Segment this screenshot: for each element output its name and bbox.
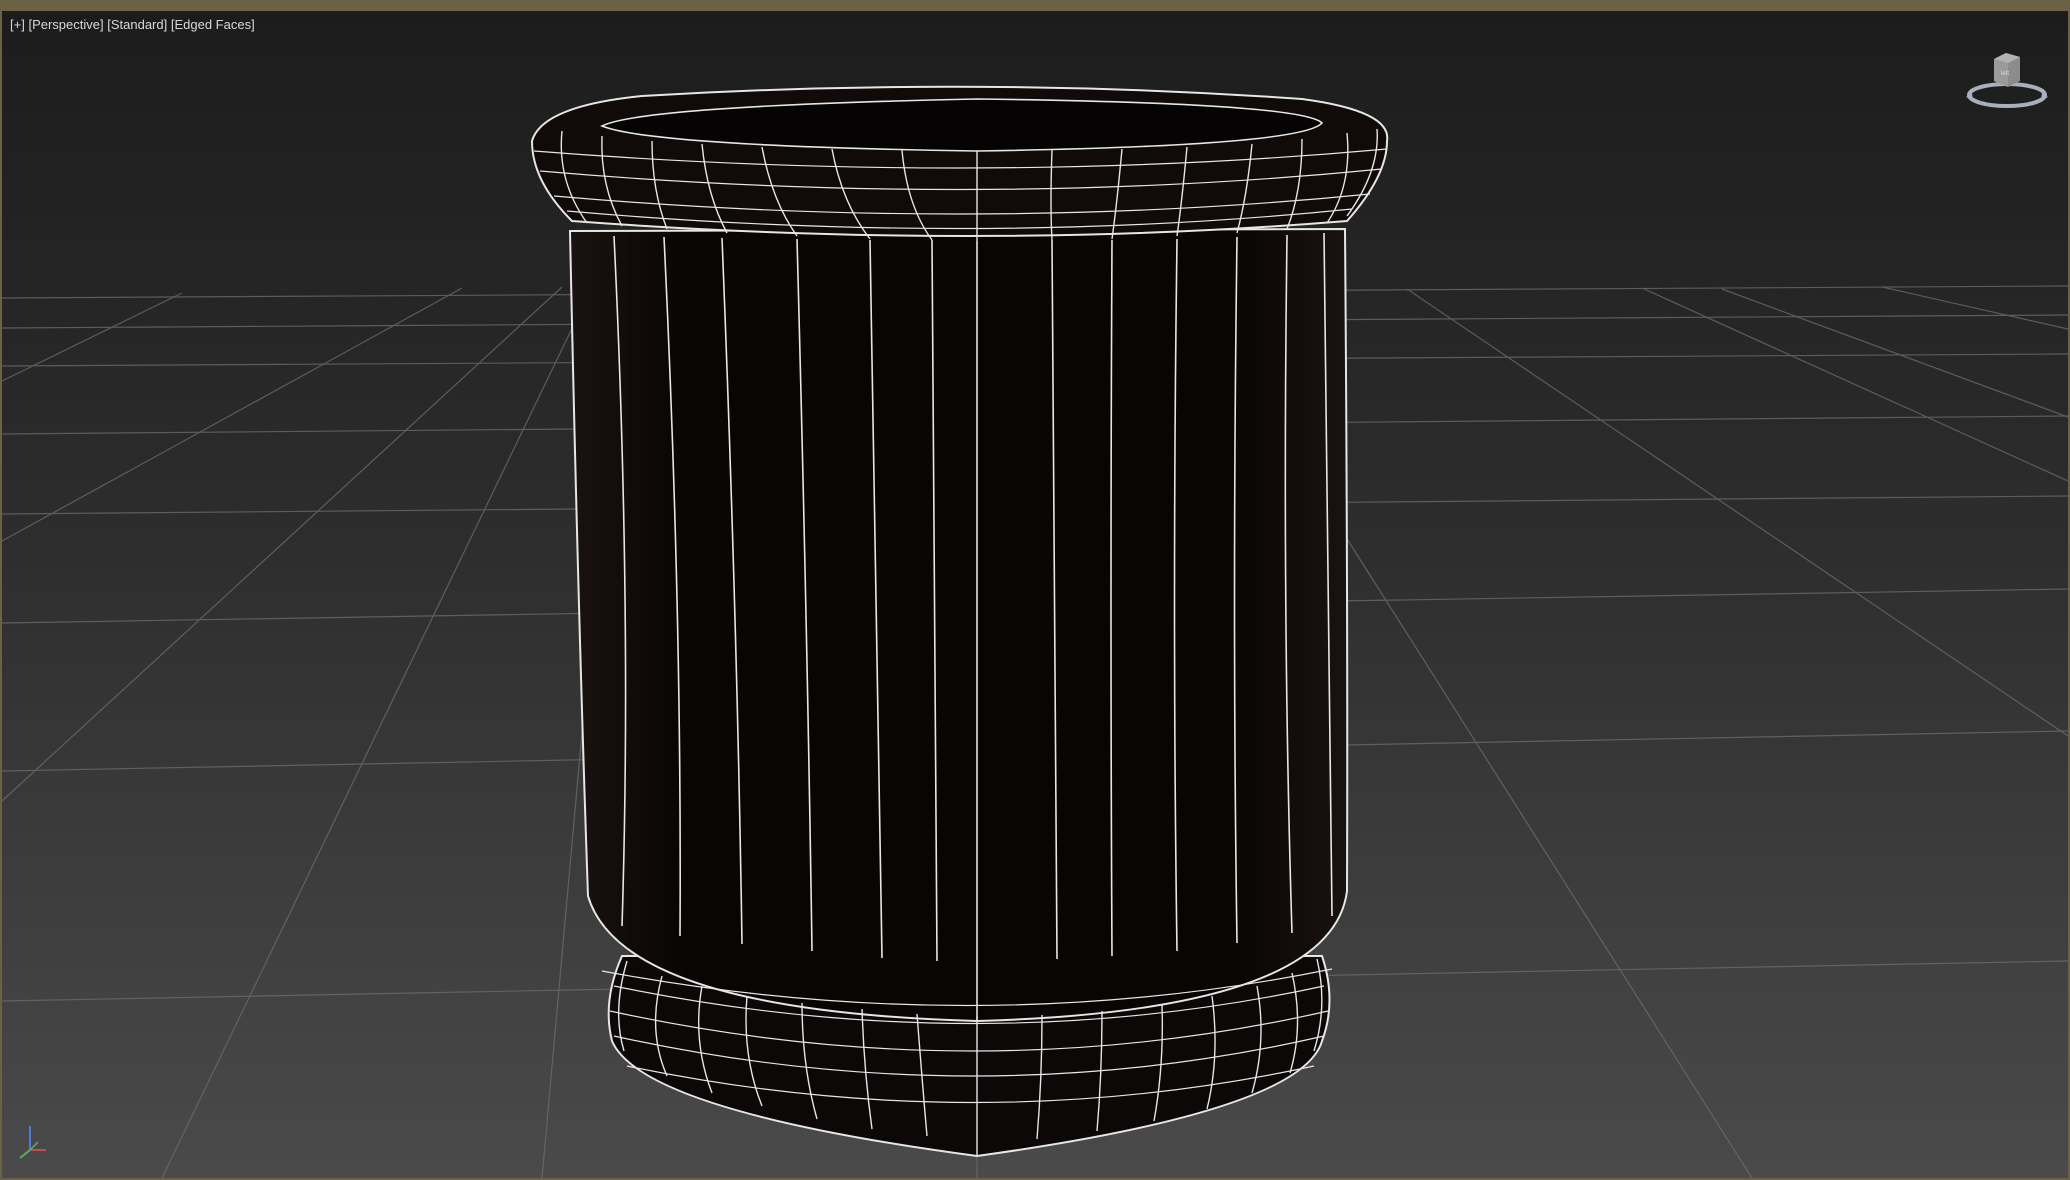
viewcube-face-label: left	[2001, 71, 2009, 77]
viewport-label[interactable]: [+] [Perspective] [Standard] [Edged Face…	[10, 17, 255, 32]
viewport-menu-plus[interactable]: [+]	[10, 17, 25, 32]
axis-gizmo-icon	[19, 1126, 46, 1159]
perspective-viewport[interactable]: [+] [Perspective] [Standard] [Edged Face…	[0, 0, 2070, 1180]
viewport-view-label[interactable]: [Perspective]	[28, 17, 103, 32]
viewcube-icon[interactable]: left	[1964, 45, 2050, 115]
viewport-edged-faces-label[interactable]: [Edged Faces]	[171, 17, 255, 32]
jar-mesh[interactable]	[530, 85, 1389, 1158]
scene-canvas[interactable]	[2, 11, 2068, 1178]
viewport-tab	[2, 0, 82, 4]
viewport-shading-label[interactable]: [Standard]	[107, 17, 167, 32]
